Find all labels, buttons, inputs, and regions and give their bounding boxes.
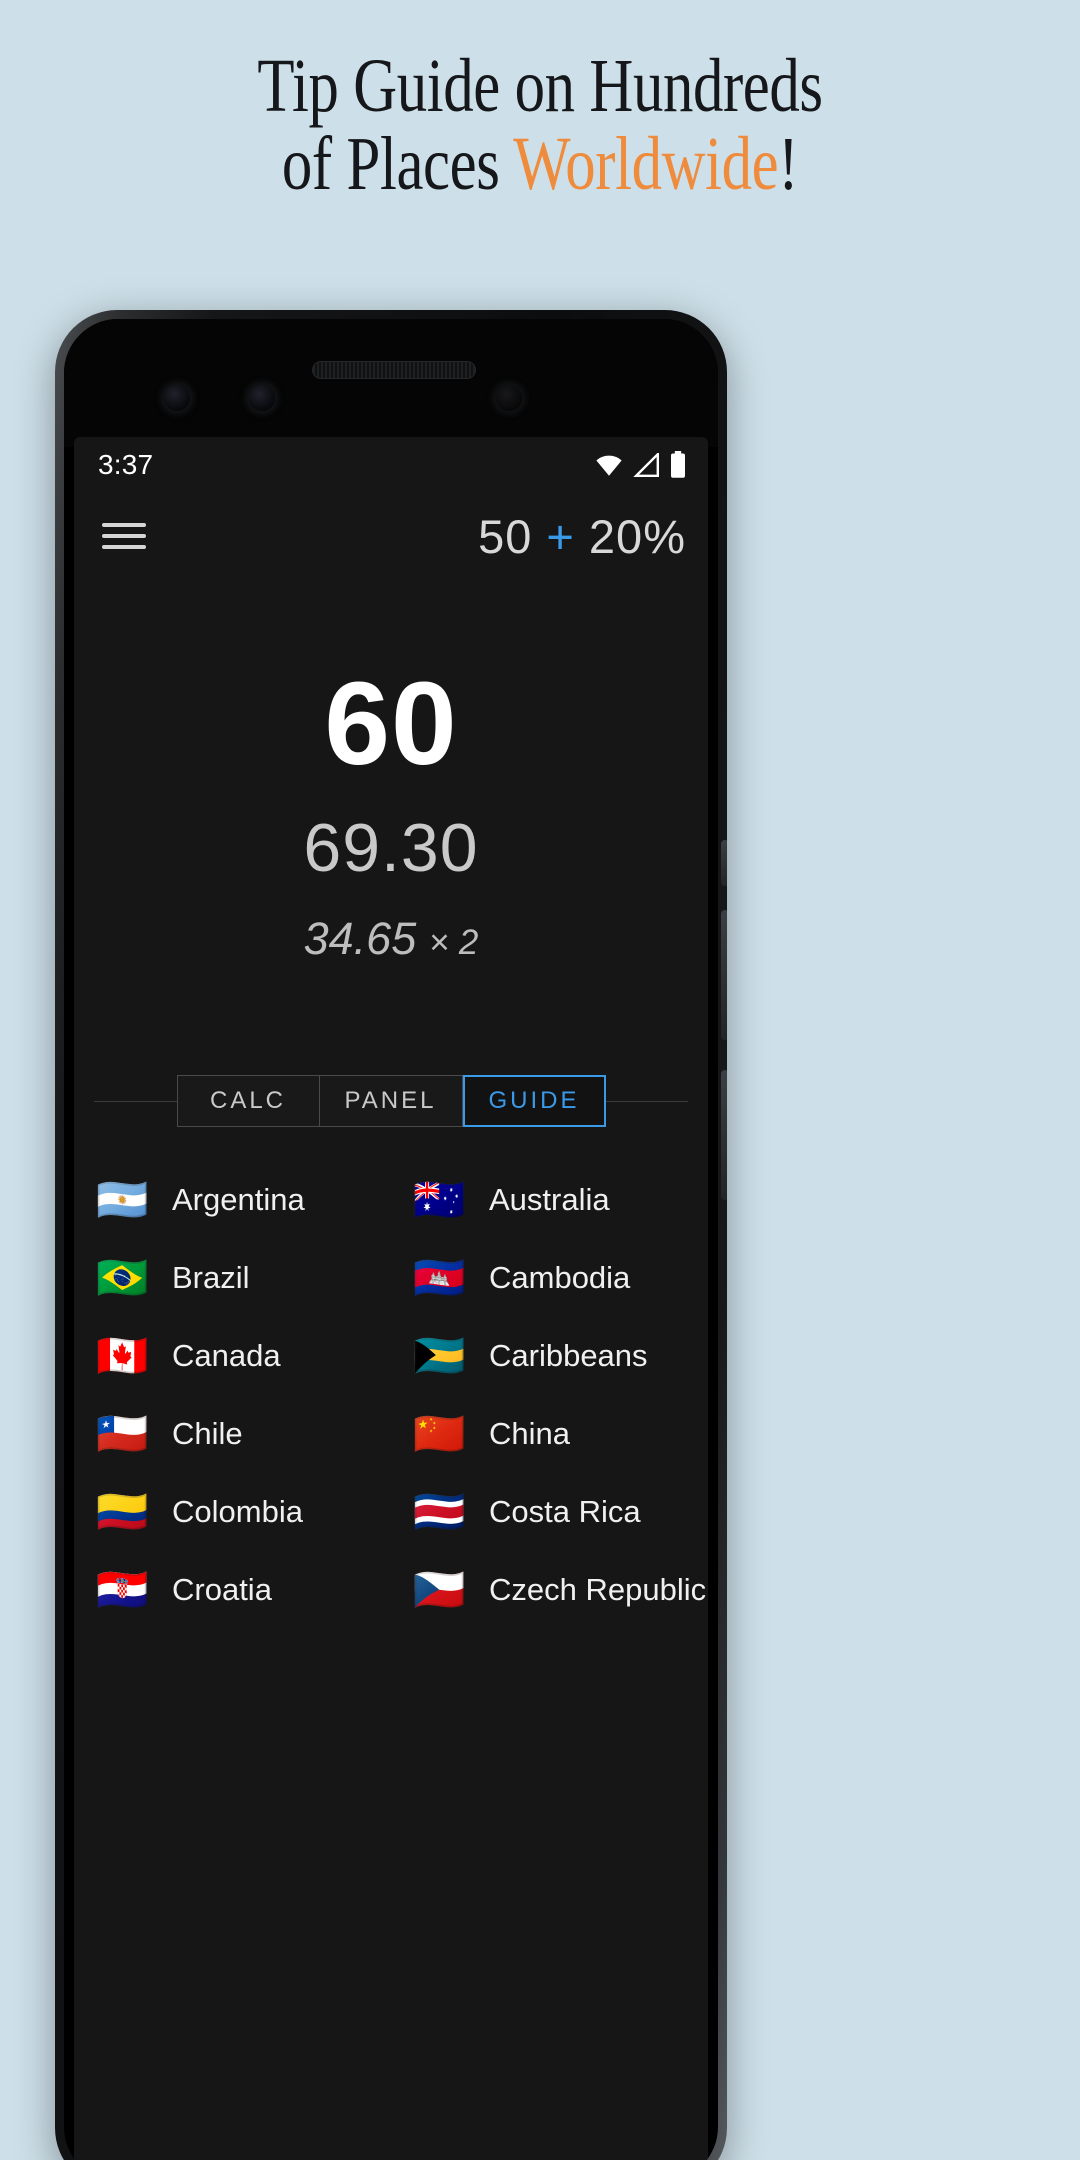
country-name: Caribbeans (489, 1338, 648, 1373)
tab-divider-left (94, 1100, 177, 1102)
earpiece-speaker-icon (312, 361, 476, 379)
per-person-value: 34.65 (303, 913, 417, 964)
tab-panel[interactable]: PANEL (319, 1075, 463, 1127)
flag-icon: 🇨🇿 (413, 1565, 466, 1614)
battery-icon (671, 451, 685, 478)
headline-line-2-post: ! (778, 121, 799, 206)
app-header: 50 + 20% (74, 493, 708, 579)
country-name: Costa Rica (489, 1494, 641, 1529)
tip-percent-value: 20% (588, 509, 686, 563)
country-name: Australia (489, 1182, 610, 1217)
flag-icon: 🇨🇦 (96, 1331, 149, 1380)
hamburger-menu-icon[interactable] (102, 516, 146, 556)
per-person-amount: 34.65 × 2 (74, 913, 708, 965)
plus-operator-icon: + (546, 509, 575, 563)
subtotal-amount: 69.30 (303, 810, 479, 886)
flag-icon: 🇰🇭 (413, 1253, 466, 1302)
flag-icon: 🇨🇱 (96, 1409, 149, 1458)
list-item[interactable]: 🇨🇴 Colombia (74, 1473, 391, 1551)
hamburger-bar (102, 534, 146, 538)
status-clock: 3:37 (98, 449, 154, 480)
country-name: Cambodia (489, 1260, 631, 1295)
status-bar: 3:37 (74, 437, 708, 493)
country-name: Canada (172, 1338, 281, 1373)
phone-volume-up-button[interactable] (721, 910, 727, 1040)
app-screen: 3:37 50 + 20% 60 69.30 34.65 × 2 CALC PA… (74, 437, 708, 2160)
headline-accent-word: Worldwide (513, 121, 779, 206)
hamburger-bar (102, 545, 146, 549)
tab-calc[interactable]: CALC (176, 1075, 320, 1127)
flag-icon: 🇦🇷 (96, 1175, 149, 1224)
flag-icon: 🇦🇺 (413, 1175, 466, 1224)
country-name: Argentina (172, 1182, 305, 1217)
flag-icon: 🇨🇷 (413, 1487, 466, 1536)
flag-icon: 🇧🇷 (96, 1253, 149, 1302)
country-name: Czech Republic (489, 1572, 707, 1607)
list-item[interactable]: 🇧🇸 Caribbeans (391, 1317, 708, 1395)
flag-icon: 🇭🇷 (96, 1565, 149, 1614)
front-camera-icon (164, 385, 190, 411)
calculator-display: 60 69.30 34.65 × 2 (74, 579, 708, 965)
hamburger-bar (102, 523, 146, 527)
headline-line-2-pre: of Places (281, 121, 514, 206)
country-name: Colombia (172, 1494, 303, 1529)
headline-line-1: Tip Guide on Hundreds (257, 44, 823, 128)
proximity-sensor-icon (496, 385, 522, 411)
phone-top-bezel (64, 319, 718, 447)
total-amount: 60 (324, 658, 458, 790)
phone-volume-down-button[interactable] (721, 1070, 727, 1200)
flag-icon: 🇨🇳 (413, 1409, 466, 1458)
list-item[interactable]: 🇨🇳 China (391, 1395, 708, 1473)
tip-expression[interactable]: 50 + 20% (478, 509, 686, 564)
tab-divider-right (605, 1100, 688, 1102)
page-title: Tip Guide on Hundreds of Places Worldwid… (108, 44, 972, 204)
list-item[interactable]: 🇭🇷 Croatia (74, 1551, 391, 1629)
list-item[interactable]: 🇨🇷 Costa Rica (391, 1473, 708, 1551)
split-multiplier: × 2 (428, 923, 479, 962)
country-name: China (489, 1416, 570, 1451)
list-item[interactable]: 🇧🇷 Brazil (74, 1239, 391, 1317)
phone-mockup: 3:37 50 + 20% 60 69.30 34.65 × 2 CALC PA… (55, 310, 727, 2160)
list-item[interactable]: 🇨🇿 Czech Republic (391, 1551, 708, 1629)
status-icon-group (594, 451, 686, 479)
tab-guide[interactable]: GUIDE (462, 1075, 606, 1127)
headline-line-2: of Places Worldwide! (108, 125, 972, 204)
front-sensor-icon (249, 385, 275, 411)
country-guide-list: 🇦🇷 Argentina 🇦🇺 Australia 🇧🇷 Brazil 🇰🇭 Cambo… (74, 1161, 708, 1629)
tab-bar: CALC PANEL GUIDE (74, 1075, 708, 1127)
country-name: Croatia (172, 1572, 272, 1607)
list-item[interactable]: 🇨🇱 Chile (74, 1395, 391, 1473)
wifi-icon (596, 455, 622, 476)
list-item[interactable]: 🇰🇭 Cambodia (391, 1239, 708, 1317)
country-name: Chile (172, 1416, 243, 1451)
signal-icon (633, 453, 659, 477)
flag-icon: 🇧🇸 (413, 1331, 466, 1380)
list-item[interactable]: 🇨🇦 Canada (74, 1317, 391, 1395)
tab-group: CALC PANEL GUIDE (176, 1075, 606, 1127)
bill-base-amount: 50 (478, 509, 533, 563)
phone-power-button[interactable] (721, 840, 727, 886)
phone-screen-area: 3:37 50 + 20% 60 69.30 34.65 × 2 CALC PA… (64, 319, 718, 2160)
flag-icon: 🇨🇴 (96, 1487, 149, 1536)
list-item[interactable]: 🇦🇺 Australia (391, 1161, 708, 1239)
country-name: Brazil (172, 1260, 250, 1295)
list-item[interactable]: 🇦🇷 Argentina (74, 1161, 391, 1239)
